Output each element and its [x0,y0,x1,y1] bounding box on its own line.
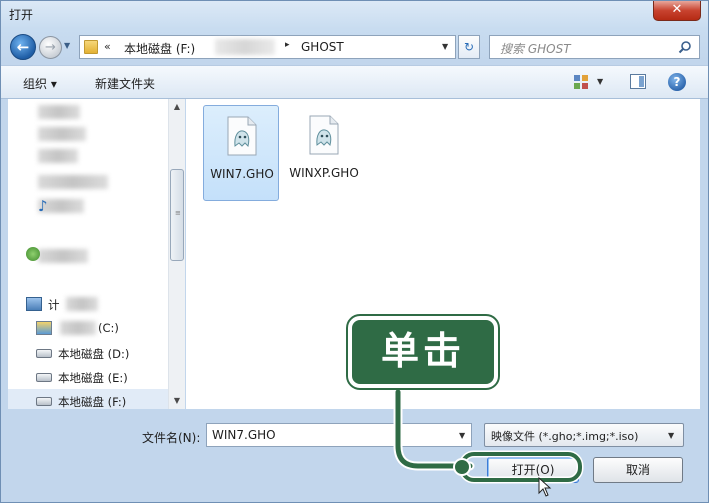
file-name: WIN7.GHO [210,167,274,181]
sidebar-item-label: 本地磁盘 (E:) [58,371,128,385]
breadcrumb-ghost[interactable]: GHOST [301,40,344,54]
redacted-nav-item [38,149,78,163]
recent-locations-dropdown[interactable]: ▼ [64,41,76,53]
back-button[interactable]: ← [10,34,36,60]
file-item-winxp[interactable]: WINXP.GHO [286,105,362,201]
ghost-image-file-icon [309,115,339,155]
network-icon [26,247,40,261]
breadcrumb-separator-icon[interactable]: ▸ [285,40,290,50]
music-icon: ♪ [38,197,48,215]
close-icon: ✕ [671,2,683,17]
redacted-nav-item [38,105,80,119]
redacted-nav-item [38,175,108,189]
scroll-down-icon[interactable]: ▼ [169,393,185,409]
forward-button[interactable]: → [39,36,62,59]
change-view-icon[interactable] [573,74,589,90]
redacted-nav-item [66,297,98,311]
mouse-cursor-icon [538,477,552,497]
sidebar-item-label: (C:) [98,321,119,335]
view-dropdown-icon[interactable]: ▼ [597,77,603,86]
drive-c-icon [36,321,52,335]
help-button[interactable]: ? [668,73,686,91]
redacted-nav-item [38,127,86,141]
title-bar: 打开 ✕ [1,1,708,27]
file-type-value: 映像文件 (*.gho;*.img;*.iso) [491,430,639,443]
filename-label: 文件名(N): [142,431,201,445]
folder-icon [84,40,98,54]
forward-arrow-icon: → [45,40,56,55]
window-title: 打开 [9,8,34,22]
ghost-image-file-icon [227,116,257,156]
navigation-pane-scrollbar[interactable]: ▲ ≡ ▼ [168,99,185,409]
drive-icon [36,373,52,382]
sidebar-item-label: 计 [48,298,60,312]
preview-pane-icon[interactable] [630,74,646,89]
file-name: WINXP.GHO [289,166,359,180]
drive-icon [36,349,52,358]
back-arrow-icon: ← [16,38,30,56]
redacted-nav-item [38,249,88,263]
cancel-button[interactable]: 取消 [593,457,683,483]
address-bar[interactable]: « 本地磁盘 (F:) ▸ GHOST ▼ [79,35,456,59]
breadcrumb-drive-f[interactable]: 本地磁盘 (F:) [124,40,195,57]
refresh-button[interactable]: ↻ [458,35,480,59]
click-annotation-label: 单击 [346,314,500,390]
redacted-breadcrumb [215,39,275,55]
dialog-footer: 文件名(N): WIN7.GHO ▼ 映像文件 (*.gho;*.img;*.i… [1,409,708,503]
file-item-win7[interactable]: WIN7.GHO [203,105,279,201]
command-toolbar: 组织 ▾ 新建文件夹 ▼ ? [1,65,708,99]
filename-value[interactable]: WIN7.GHO [212,428,276,442]
refresh-icon: ↻ [463,40,475,54]
drive-icon [36,397,52,406]
scroll-up-icon[interactable]: ▲ [169,99,185,115]
redacted-nav-item [60,321,96,335]
navigation-bar: ← → ▼ « 本地磁盘 (F:) ▸ GHOST ▼ ↻ 搜索 GHOST [1,31,708,63]
grip-icon: ≡ [175,209,181,217]
close-button[interactable]: ✕ [653,1,701,21]
organize-button[interactable]: 组织 ▾ [23,75,57,92]
new-folder-button[interactable]: 新建文件夹 [95,75,155,92]
scrollbar-thumb[interactable]: ≡ [170,169,184,261]
open-button[interactable]: 打开(O) [487,457,579,483]
navigation-pane[interactable]: ♪ 计 (C:) 本地磁盘 (D:) 本地磁盘 (E:) 本地磁盘 (F:) [8,99,185,409]
computer-icon [26,297,42,311]
address-overflow-chevron[interactable]: « [104,40,111,53]
sidebar-item-label: 本地磁盘 (D:) [58,347,130,361]
file-type-select[interactable]: 映像文件 (*.gho;*.img;*.iso) ▼ [484,423,684,447]
file-type-dropdown-icon[interactable]: ▼ [668,431,674,440]
filename-dropdown-icon[interactable]: ▼ [459,431,465,440]
open-file-dialog: 打开 ✕ ← → ▼ « 本地磁盘 (F:) ▸ GHOST ▼ ↻ 搜索 GH… [0,0,709,503]
search-icon[interactable] [678,40,692,54]
filename-input[interactable]: WIN7.GHO ▼ [206,423,472,447]
search-input[interactable]: 搜索 GHOST [500,40,571,57]
help-icon: ? [673,75,681,89]
sidebar-item-label: 本地磁盘 (F:) [58,395,127,409]
address-dropdown-icon[interactable]: ▼ [442,42,448,51]
search-box[interactable]: 搜索 GHOST [489,35,700,59]
